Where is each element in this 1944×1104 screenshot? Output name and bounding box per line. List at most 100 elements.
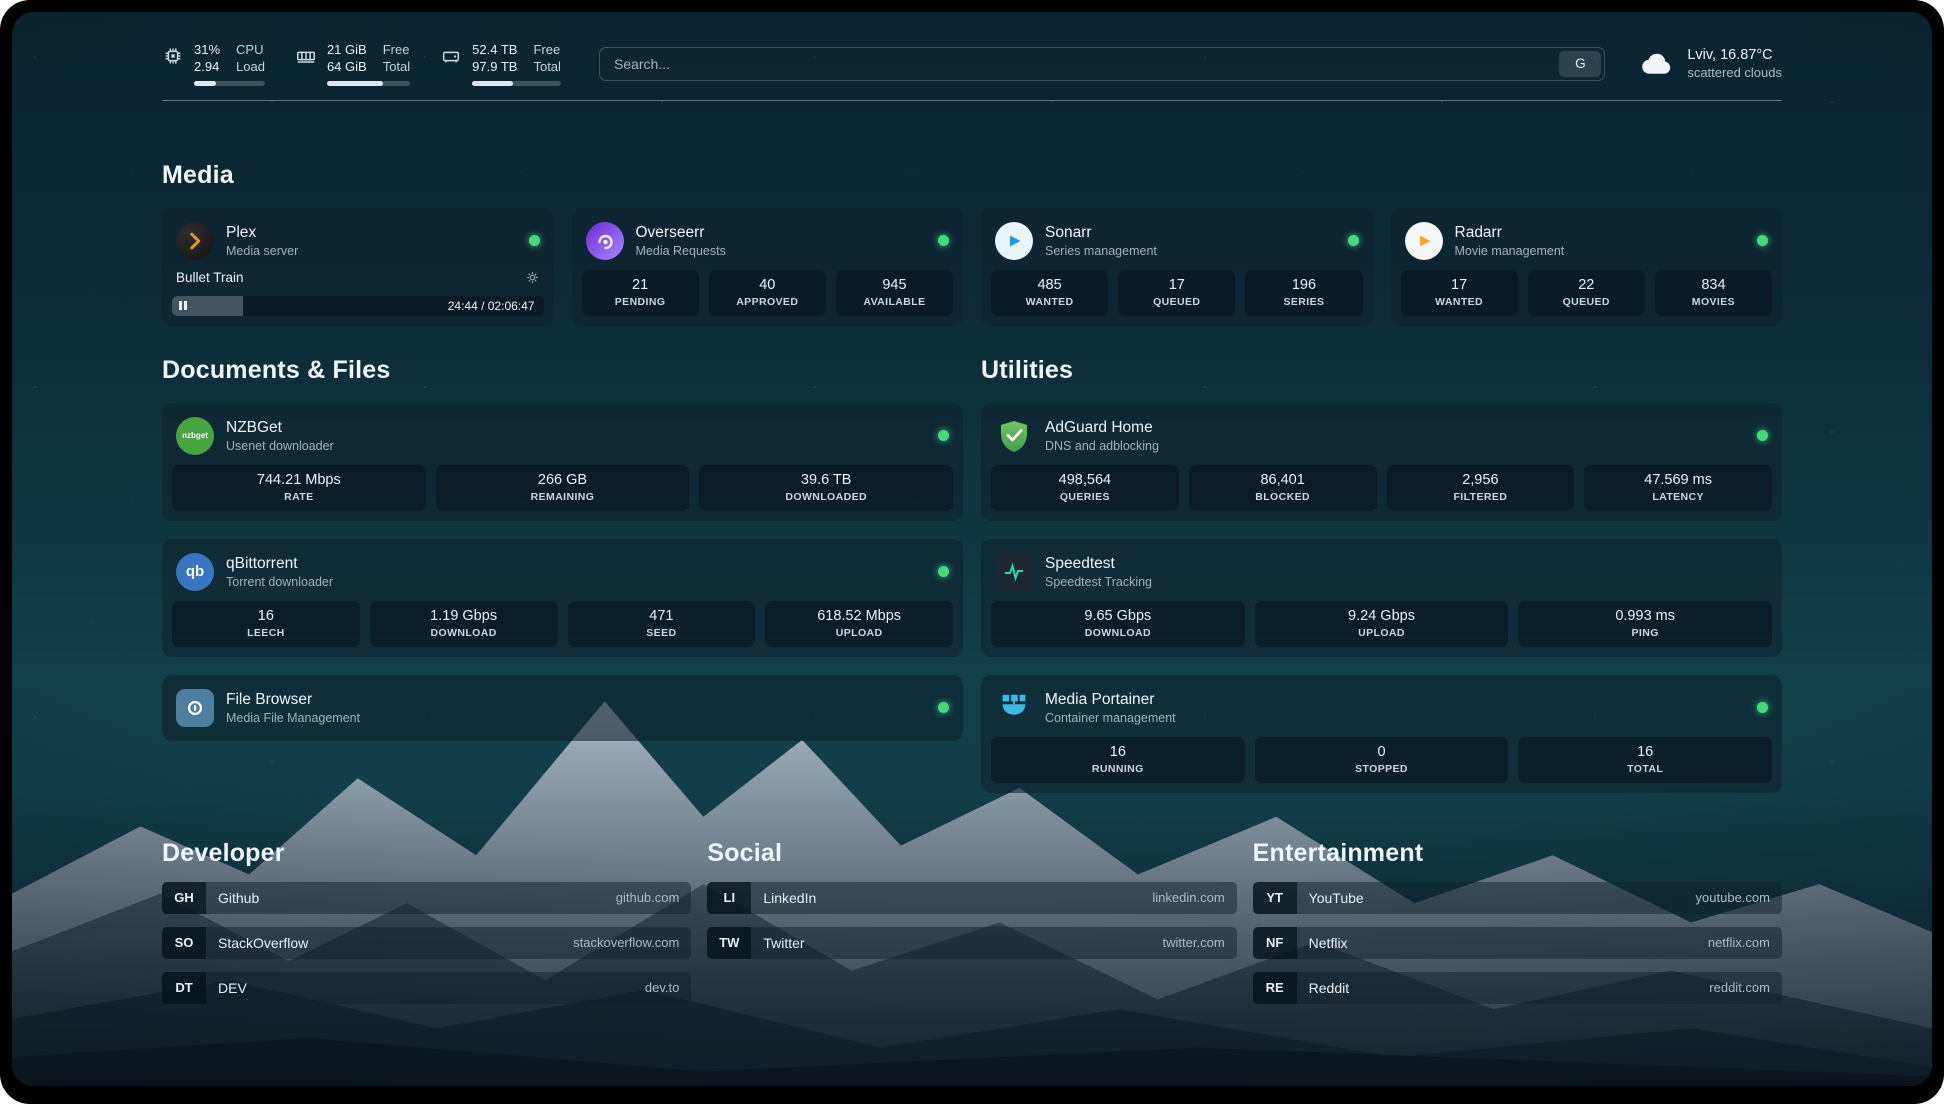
cpu-load-value: 2.94 [194, 59, 220, 76]
service-name: qBittorrent [226, 555, 333, 573]
service-card-speedtest[interactable]: Speedtest Speedtest Tracking 9.65 Gbps D… [981, 539, 1782, 657]
memory-free-label: Free [383, 42, 410, 59]
service-subtitle: DNS and adblocking [1045, 439, 1159, 453]
stat-available: 945 AVAILABLE [836, 270, 953, 316]
service-subtitle: Media server [226, 244, 298, 258]
status-dot [1348, 235, 1359, 246]
bookmark-group-developer: Developer GH Github github.com SO StackO… [162, 839, 691, 1017]
stat-filtered: 2,956 FILTERED [1387, 465, 1575, 511]
bookmark-name: StackOverflow [218, 935, 308, 951]
plex-icon [176, 222, 214, 260]
bookmark-group-entertainment: Entertainment YT YouTube youtube.com NF … [1253, 839, 1782, 1017]
bookmark-dev[interactable]: DT DEV dev.to [162, 972, 691, 1004]
overseerr-icon [586, 222, 624, 260]
bookmark-github[interactable]: GH Github github.com [162, 882, 691, 914]
bookmark-abbr: LI [707, 882, 751, 914]
section-title-documents: Documents & Files [162, 356, 963, 385]
pause-icon[interactable] [179, 301, 187, 310]
service-card-radarr[interactable]: Radarr Movie management 17 WANTED 22 QUE… [1391, 208, 1783, 326]
bookmark-netflix[interactable]: NF Netflix netflix.com [1253, 927, 1782, 959]
service-card-qbittorrent[interactable]: qb qBittorrent Torrent downloader 16 LEE… [162, 539, 963, 657]
stat-running: 16 RUNNING [991, 737, 1245, 783]
cpu-progress-bar [194, 81, 265, 86]
adguard-icon [995, 417, 1033, 455]
cloud-icon [1639, 46, 1675, 82]
stat-total: 16 TOTAL [1518, 737, 1772, 783]
memory-widget: 21 GiB 64 GiB Free Total [295, 42, 410, 86]
service-card-sonarr[interactable]: Sonarr Series management 485 WANTED 17 Q… [981, 208, 1373, 326]
status-dot [938, 566, 949, 577]
service-name: Overseerr [636, 224, 726, 242]
status-dot [1757, 702, 1768, 713]
status-dot [1757, 430, 1768, 441]
bookmark-abbr: RE [1253, 972, 1297, 1004]
playback-progress-bar[interactable]: 24:44 / 02:06:47 [172, 296, 544, 316]
section-title-media: Media [162, 161, 1782, 190]
speedtest-icon [995, 553, 1033, 591]
status-dot [938, 430, 949, 441]
service-name: Sonarr [1045, 224, 1157, 242]
cpu-widget: 31% 2.94 CPU Load [162, 42, 265, 86]
bookmark-abbr: SO [162, 927, 206, 959]
memory-progress-fill [327, 81, 383, 86]
stat-latency: 47.569 ms LATENCY [1584, 465, 1772, 511]
service-name: NZBGet [226, 419, 334, 437]
service-subtitle: Media Requests [636, 244, 726, 258]
stat-remaining: 266 GB REMAINING [436, 465, 690, 511]
bookmark-group-title: Social [707, 839, 1236, 868]
section-utilities: Utilities [981, 356, 1782, 793]
stat-seed: 471 SEED [568, 601, 756, 647]
service-card-nzbget[interactable]: nzbget NZBGet Usenet downloader 744.21 M… [162, 403, 963, 521]
search-input[interactable] [614, 56, 1559, 72]
search-provider-button[interactable]: G [1559, 51, 1601, 77]
status-dot [1757, 235, 1768, 246]
stat-movies: 834 MOVIES [1655, 270, 1772, 316]
service-card-portainer[interactable]: Media Portainer Container management 16 … [981, 675, 1782, 793]
service-name: Radarr [1455, 224, 1565, 242]
bookmark-abbr: YT [1253, 882, 1297, 914]
filebrowser-icon [176, 689, 214, 727]
stat-series: 196 SERIES [1245, 270, 1362, 316]
cpu-label: CPU [236, 42, 265, 59]
service-card-plex[interactable]: Plex Media server Bullet Train [162, 208, 554, 326]
service-card-filebrowser[interactable]: File Browser Media File Management [162, 675, 963, 741]
bookmark-name: Github [218, 890, 259, 906]
qbittorrent-icon: qb [176, 553, 214, 591]
service-subtitle: Media File Management [226, 711, 360, 725]
portainer-icon [995, 689, 1033, 727]
bookmark-domain: github.com [616, 890, 680, 905]
bookmark-abbr: DT [162, 972, 206, 1004]
bookmark-reddit[interactable]: RE Reddit reddit.com [1253, 972, 1782, 1004]
stat-stopped: 0 STOPPED [1255, 737, 1509, 783]
service-card-overseerr[interactable]: Overseerr Media Requests 21 PENDING 40 A… [572, 208, 964, 326]
stat-wanted: 485 WANTED [991, 270, 1108, 316]
bookmark-abbr: TW [707, 927, 751, 959]
disk-total-label: Total [533, 59, 560, 76]
cpu-chip-icon [162, 45, 184, 67]
disk-progress-bar [472, 81, 561, 86]
search-bar: G [599, 47, 1605, 81]
bookmark-stackoverflow[interactable]: SO StackOverflow stackoverflow.com [162, 927, 691, 959]
bookmark-linkedin[interactable]: LI LinkedIn linkedin.com [707, 882, 1236, 914]
bookmark-abbr: GH [162, 882, 206, 914]
status-dot [938, 702, 949, 713]
bookmark-group-title: Entertainment [1253, 839, 1782, 868]
radarr-icon [1405, 222, 1443, 260]
bookmark-name: DEV [218, 980, 247, 996]
ram-icon [295, 45, 317, 67]
bookmark-youtube[interactable]: YT YouTube youtube.com [1253, 882, 1782, 914]
service-name: Media Portainer [1045, 691, 1176, 709]
bookmark-domain: reddit.com [1709, 980, 1770, 995]
service-card-adguard[interactable]: AdGuard Home DNS and adblocking 498,564 … [981, 403, 1782, 521]
service-subtitle: Movie management [1455, 244, 1565, 258]
bookmark-name: YouTube [1309, 890, 1364, 906]
bookmark-abbr: NF [1253, 927, 1297, 959]
gear-icon[interactable] [525, 270, 540, 285]
disk-free-value: 52.4 TB [472, 42, 517, 59]
stat-download: 9.65 Gbps DOWNLOAD [991, 601, 1245, 647]
bookmark-twitter[interactable]: TW Twitter twitter.com [707, 927, 1236, 959]
section-media: Media Plex Media server [162, 161, 1782, 326]
stat-downloaded: 39.6 TB DOWNLOADED [699, 465, 953, 511]
service-subtitle: Series management [1045, 244, 1157, 258]
bookmark-domain: stackoverflow.com [573, 935, 679, 950]
